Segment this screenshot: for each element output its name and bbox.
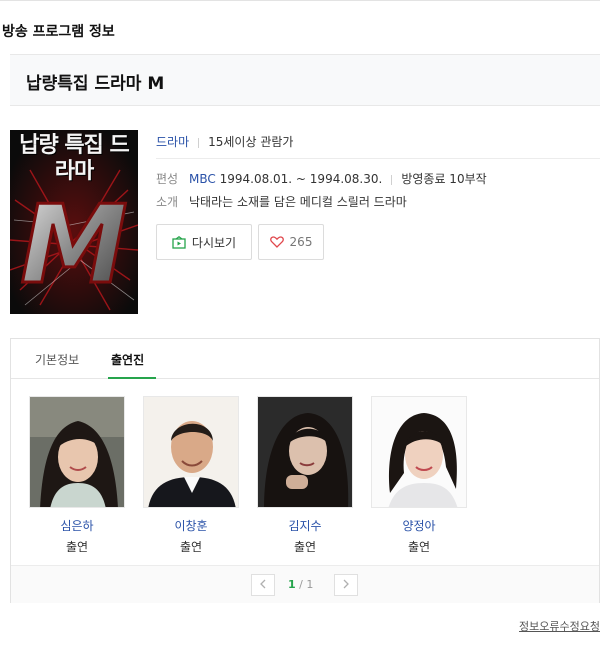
cast-role: 출연	[293, 540, 317, 554]
genre-link[interactable]: 드라마	[156, 135, 189, 149]
tab-basic-info[interactable]: 기본정보	[35, 351, 79, 368]
current-page: 1	[288, 578, 296, 591]
replay-icon	[172, 235, 186, 249]
like-button[interactable]: 265	[258, 224, 324, 260]
next-page-button[interactable]	[334, 574, 358, 596]
divider	[198, 137, 200, 148]
poster-title-text: 납량 특집 드라마	[19, 133, 130, 184]
pagination: 1 / 1	[11, 565, 599, 603]
cast-photo[interactable]	[29, 396, 125, 508]
program-title: 납량특집 드라마 M	[26, 74, 165, 94]
cast-item[interactable]: 이창훈 출연	[143, 396, 239, 555]
page-separator: /	[299, 578, 303, 591]
top-divider	[0, 0, 600, 1]
detail-panel: 기본정보 출연진 심은하 출연 이창훈 출연 김지수 출연 양정아 출연 1 /…	[10, 338, 600, 603]
like-count: 265	[289, 235, 313, 249]
channel-link[interactable]: MBC	[189, 172, 216, 186]
active-tab-indicator	[108, 377, 156, 379]
cast-name[interactable]: 이창훈	[143, 517, 239, 534]
cast-role: 출연	[407, 540, 431, 554]
broadcast-status: 방영종료 10부작	[401, 172, 487, 186]
poster-letter: M	[20, 183, 127, 308]
cast-item[interactable]: 양정아 출연	[371, 396, 467, 555]
air-dates: 1994.08.01. ~ 1994.08.30.	[219, 172, 383, 186]
tab-bar: 기본정보 출연진	[11, 339, 599, 379]
chevron-right-icon	[342, 579, 350, 592]
section-title: 방송 프로그램 정보	[2, 24, 115, 40]
summary-text: 낙태라는 소재를 담은 메디컬 스릴러 드라마	[189, 195, 407, 209]
cast-photo[interactable]	[371, 396, 467, 508]
divider	[391, 174, 393, 185]
summary-row: 소개 낙태라는 소재를 담은 메디컬 스릴러 드라마	[156, 193, 407, 210]
genre-row: 드라마 15세이상 관람가	[156, 133, 293, 150]
previous-page-button[interactable]	[251, 574, 275, 596]
cast-item[interactable]: 김지수 출연	[257, 396, 353, 555]
replay-button[interactable]: 다시보기	[156, 224, 252, 260]
cast-photo[interactable]	[257, 396, 353, 508]
program-title-bar: 납량특집 드라마 M	[10, 54, 600, 106]
cast-name[interactable]: 양정아	[371, 517, 467, 534]
report-error-link[interactable]: 정보오류수정요청	[519, 618, 600, 634]
program-poster[interactable]: M 납량 특집 드라마	[10, 130, 138, 314]
schedule-row: 편성 MBC 1994.08.01. ~ 1994.08.30. 방영종료 10부작	[156, 170, 487, 187]
cast-photo[interactable]	[143, 396, 239, 508]
schedule-label: 편성	[156, 172, 179, 186]
cast-name[interactable]: 김지수	[257, 517, 353, 534]
cast-item[interactable]: 심은하 출연	[29, 396, 125, 555]
cast-role: 출연	[65, 540, 89, 554]
cast-role: 출연	[179, 540, 203, 554]
total-pages: 1	[306, 578, 314, 591]
tab-cast[interactable]: 출연진	[111, 351, 144, 368]
replay-label: 다시보기	[191, 235, 237, 250]
page-counter: 1 / 1	[288, 578, 313, 591]
cast-name[interactable]: 심은하	[29, 517, 125, 534]
info-divider	[156, 158, 600, 159]
heart-icon	[269, 236, 284, 248]
age-rating: 15세이상 관람가	[208, 135, 294, 149]
chevron-left-icon	[259, 579, 267, 592]
summary-label: 소개	[156, 195, 179, 209]
